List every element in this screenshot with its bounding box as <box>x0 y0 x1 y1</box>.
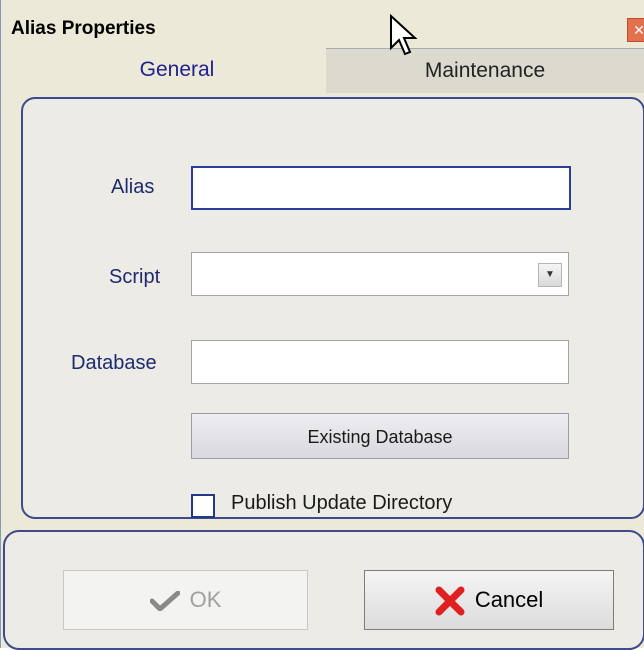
alias-label: Alias <box>111 176 155 198</box>
publish-update-label: Publish Update Directory <box>231 492 453 514</box>
publish-update-checkbox[interactable] <box>191 494 215 518</box>
alias-input[interactable] <box>191 166 571 210</box>
existing-database-button[interactable]: Existing Database <box>191 413 569 459</box>
mouse-pointer-icon <box>390 14 418 56</box>
x-icon <box>435 586 465 616</box>
cancel-label: Cancel <box>474 587 544 612</box>
close-button[interactable]: ✕ <box>627 18 644 42</box>
database-label: Database <box>71 352 157 374</box>
script-select[interactable]: ▼ <box>191 252 569 296</box>
close-icon: ✕ <box>633 22 644 38</box>
chevron-down-icon: ▼ <box>545 269 555 280</box>
alias-properties-dialog: Alias Properties ✕ General Maintenance A… <box>0 0 644 650</box>
tab-maintenance[interactable]: Maintenance <box>326 48 644 93</box>
ok-button[interactable]: OK <box>63 570 308 630</box>
database-input[interactable] <box>191 340 569 384</box>
tab-general[interactable]: General <box>15 48 339 92</box>
cancel-button[interactable]: Cancel <box>364 570 614 630</box>
tab-general-label: General <box>139 58 215 81</box>
checkmark-icon <box>149 591 180 612</box>
window-title: Alias Properties <box>11 18 156 39</box>
script-dropdown-button[interactable]: ▼ <box>538 263 562 287</box>
title-bar: Alias Properties ✕ <box>1 0 644 44</box>
tab-maintenance-label: Maintenance <box>424 59 546 82</box>
ok-label: OK <box>189 587 222 612</box>
existing-database-label: Existing Database <box>307 427 453 447</box>
script-label: Script <box>109 266 161 288</box>
